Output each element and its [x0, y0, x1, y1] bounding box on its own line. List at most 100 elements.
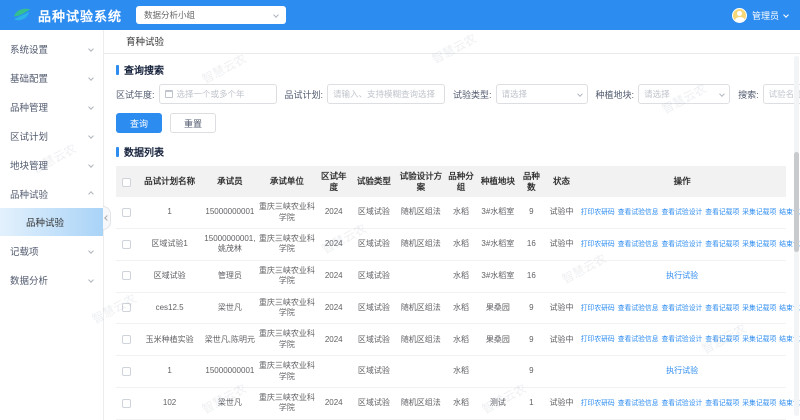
- table-cell: 1: [136, 356, 203, 388]
- action-link[interactable]: 查看记载项: [705, 336, 739, 343]
- action-link[interactable]: 打印农研码: [581, 305, 615, 312]
- row-checkbox[interactable]: [122, 303, 131, 312]
- table-row: 区域试验115000000001,姚茂林重庆三峡农业科学院2024区域试验随机区…: [116, 229, 786, 261]
- table-cell: 区域试验: [350, 356, 397, 388]
- action-link[interactable]: 查看记载项: [705, 209, 739, 216]
- table-row: 102梁世凡重庆三峡农业科学院2024区域试验随机区组法水稻测试1试验中打印农研…: [116, 387, 786, 419]
- sidebar-item-4[interactable]: 地块管理: [0, 150, 103, 179]
- column-header: 种植地块: [478, 166, 518, 197]
- table-cell: 随机区组法: [397, 229, 444, 261]
- row-checkbox[interactable]: [122, 271, 131, 280]
- query-button[interactable]: 查询: [116, 113, 162, 133]
- table-cell: 梁世凡: [203, 292, 257, 324]
- table-row: 115000000001重庆三峡农业科学院区域试验水稻9执行试验: [116, 356, 786, 388]
- action-link[interactable]: 查看试验设计: [662, 305, 703, 312]
- table-cell: 随机区组法: [397, 197, 444, 228]
- table-cell: 2024: [317, 197, 351, 228]
- input-control[interactable]: [159, 84, 277, 104]
- action-link[interactable]: 查看试验信息: [618, 209, 659, 216]
- action-link[interactable]: 采集记载项: [742, 241, 776, 248]
- table-cell: 9: [518, 197, 545, 228]
- column-header: 品种数: [518, 166, 545, 197]
- action-link[interactable]: 查看试验信息: [618, 305, 659, 312]
- execute-test-link[interactable]: 执行试验: [666, 271, 698, 280]
- table-cell: 水稻: [444, 260, 478, 292]
- search-section-title: 查询搜索: [124, 62, 164, 77]
- execute-test-link[interactable]: 执行试验: [666, 366, 698, 375]
- action-link[interactable]: 查看试验设计: [662, 241, 703, 248]
- action-link[interactable]: 查看试验设计: [662, 336, 703, 343]
- field-input[interactable]: [333, 89, 439, 99]
- action-link[interactable]: 打印农研码: [581, 400, 615, 407]
- tab-breeding-test[interactable]: 育种试验: [124, 30, 166, 53]
- row-checkbox[interactable]: [122, 399, 131, 408]
- row-checkbox[interactable]: [122, 208, 131, 217]
- sidebar-item-3[interactable]: 区试计划: [0, 121, 103, 150]
- row-actions: 打印农研码查看试验信息查看试验设计查看记载项采集记载项结束试验: [578, 387, 786, 419]
- user-menu[interactable]: 管理员: [732, 8, 788, 23]
- action-link[interactable]: 查看试验信息: [618, 241, 659, 248]
- column-header: 区试年度: [317, 166, 351, 197]
- action-link[interactable]: 查看试验信息: [618, 336, 659, 343]
- column-header: 承试单位: [257, 166, 317, 197]
- table-cell: 区域试验: [350, 387, 397, 419]
- action-link[interactable]: 采集记载项: [742, 400, 776, 407]
- sidebar-item-7[interactable]: 数据分析: [0, 265, 103, 294]
- field-label: 品试计划:: [285, 88, 324, 101]
- action-link[interactable]: 查看试验信息: [618, 400, 659, 407]
- sidebar-item-5[interactable]: 品种试验: [0, 179, 103, 208]
- field-input[interactable]: [177, 89, 271, 99]
- column-header: 操作: [578, 166, 786, 197]
- action-link[interactable]: 查看试验设计: [662, 209, 703, 216]
- row-checkbox[interactable]: [122, 367, 131, 376]
- table-cell: [478, 356, 518, 388]
- table-cell: 随机区组法: [397, 387, 444, 419]
- field-input[interactable]: [644, 89, 716, 99]
- action-link[interactable]: 查看记载项: [705, 305, 739, 312]
- field-input[interactable]: [502, 89, 574, 99]
- team-select-dropdown[interactable]: 数据分析小组: [136, 6, 286, 24]
- scrollbar-thumb[interactable]: [794, 152, 799, 252]
- select-control[interactable]: [496, 84, 588, 104]
- table-cell: 15000000001: [203, 197, 257, 228]
- reset-button[interactable]: 重置: [170, 113, 216, 133]
- sidebar-item-label: 系统设置: [10, 42, 48, 56]
- action-link[interactable]: 查看记载项: [705, 241, 739, 248]
- table-cell: 重庆三峡农业科学院: [257, 292, 317, 324]
- table-cell: 试验中: [545, 324, 579, 356]
- table-cell: 16: [518, 229, 545, 261]
- sidebar-item-6[interactable]: 记载项: [0, 236, 103, 265]
- sidebar-item-1[interactable]: 基础配置: [0, 63, 103, 92]
- table-row: 115000000001重庆三峡农业科学院2024区域试验随机区组法水稻3#水稻…: [116, 197, 786, 228]
- search-section: 查询搜索 区试年度:品试计划:试验类型:种植地块:搜索: 查询 重置: [116, 62, 786, 133]
- column-header: 试验类型: [350, 166, 397, 197]
- table-cell: [397, 260, 444, 292]
- table-cell: 水稻: [444, 292, 478, 324]
- row-checkbox[interactable]: [122, 335, 131, 344]
- select-all-checkbox[interactable]: [122, 178, 131, 187]
- chevron-down-icon: [577, 91, 582, 96]
- table-cell: [317, 356, 351, 388]
- action-link[interactable]: 采集记载项: [742, 209, 776, 216]
- sidebar-subitem-品种试验[interactable]: 品种试验: [0, 208, 103, 236]
- sidebar-item-label: 数据分析: [10, 273, 48, 287]
- input-control[interactable]: [327, 84, 445, 104]
- action-link[interactable]: 查看记载项: [705, 400, 739, 407]
- action-link[interactable]: 查看试验设计: [662, 400, 703, 407]
- table-cell: 3#水稻室: [478, 197, 518, 228]
- action-link[interactable]: 采集记载项: [742, 305, 776, 312]
- table-cell: 102: [136, 387, 203, 419]
- chevron-down-icon: [88, 277, 94, 283]
- action-link[interactable]: 打印农研码: [581, 336, 615, 343]
- action-link[interactable]: 打印农研码: [581, 209, 615, 216]
- chevron-down-icon: [88, 75, 94, 81]
- action-link[interactable]: 采集记载项: [742, 336, 776, 343]
- table-cell: 区域试验: [350, 229, 397, 261]
- sidebar-item-0[interactable]: 系统设置: [0, 34, 103, 63]
- row-checkbox[interactable]: [122, 240, 131, 249]
- action-link[interactable]: 打印农研码: [581, 241, 615, 248]
- chevron-up-icon: [88, 191, 94, 197]
- sidebar-item-2[interactable]: 品种管理: [0, 92, 103, 121]
- select-control[interactable]: [638, 84, 730, 104]
- scrollbar-track[interactable]: [794, 56, 799, 416]
